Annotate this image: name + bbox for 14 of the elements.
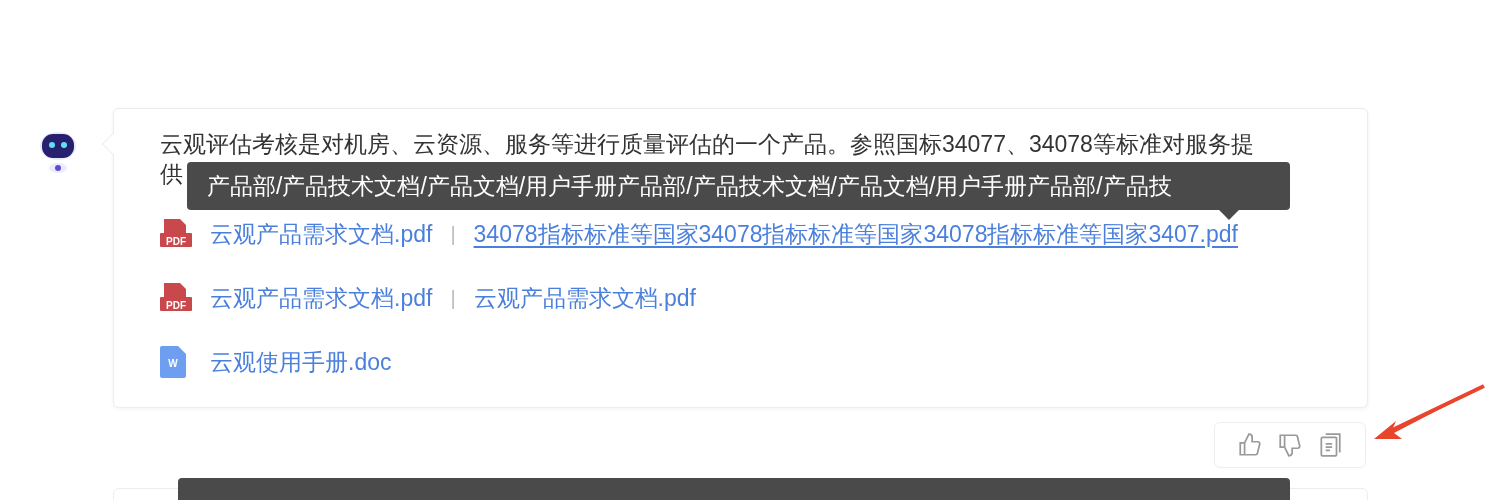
message-text: 供 — [160, 160, 183, 189]
copy-button[interactable] — [1317, 432, 1343, 458]
message-text: 云观评估考核是对机房、云资源、服务等进行质量评估的一个产品。参照国标34077、34078等标准对服务提 — [160, 130, 1254, 159]
file-link[interactable]: 云观产品需求文档.pdf — [210, 280, 433, 316]
file-link[interactable]: 云观产品需求文档.pdf — [210, 216, 433, 252]
file-link[interactable]: 云观产品需求文档.pdf — [473, 280, 696, 316]
tooltip: 产品部/产品技术文档/产品文档/用户手册产品部/产品技术文档/产品文档/用户手册产品部/产品技 — [187, 162, 1290, 210]
file-link[interactable]: 34078指标标准等国家34078指标标准等国家34078指标标准等国家3407.pdf — [473, 216, 1238, 252]
file-link[interactable]: 云观使用手册.doc — [210, 344, 392, 380]
thumbs-up-button[interactable] — [1237, 432, 1263, 458]
thumbs-down-button[interactable] — [1277, 432, 1303, 458]
separator: | — [450, 222, 456, 247]
separator: | — [450, 286, 456, 311]
word-file-icon: W — [160, 346, 186, 378]
